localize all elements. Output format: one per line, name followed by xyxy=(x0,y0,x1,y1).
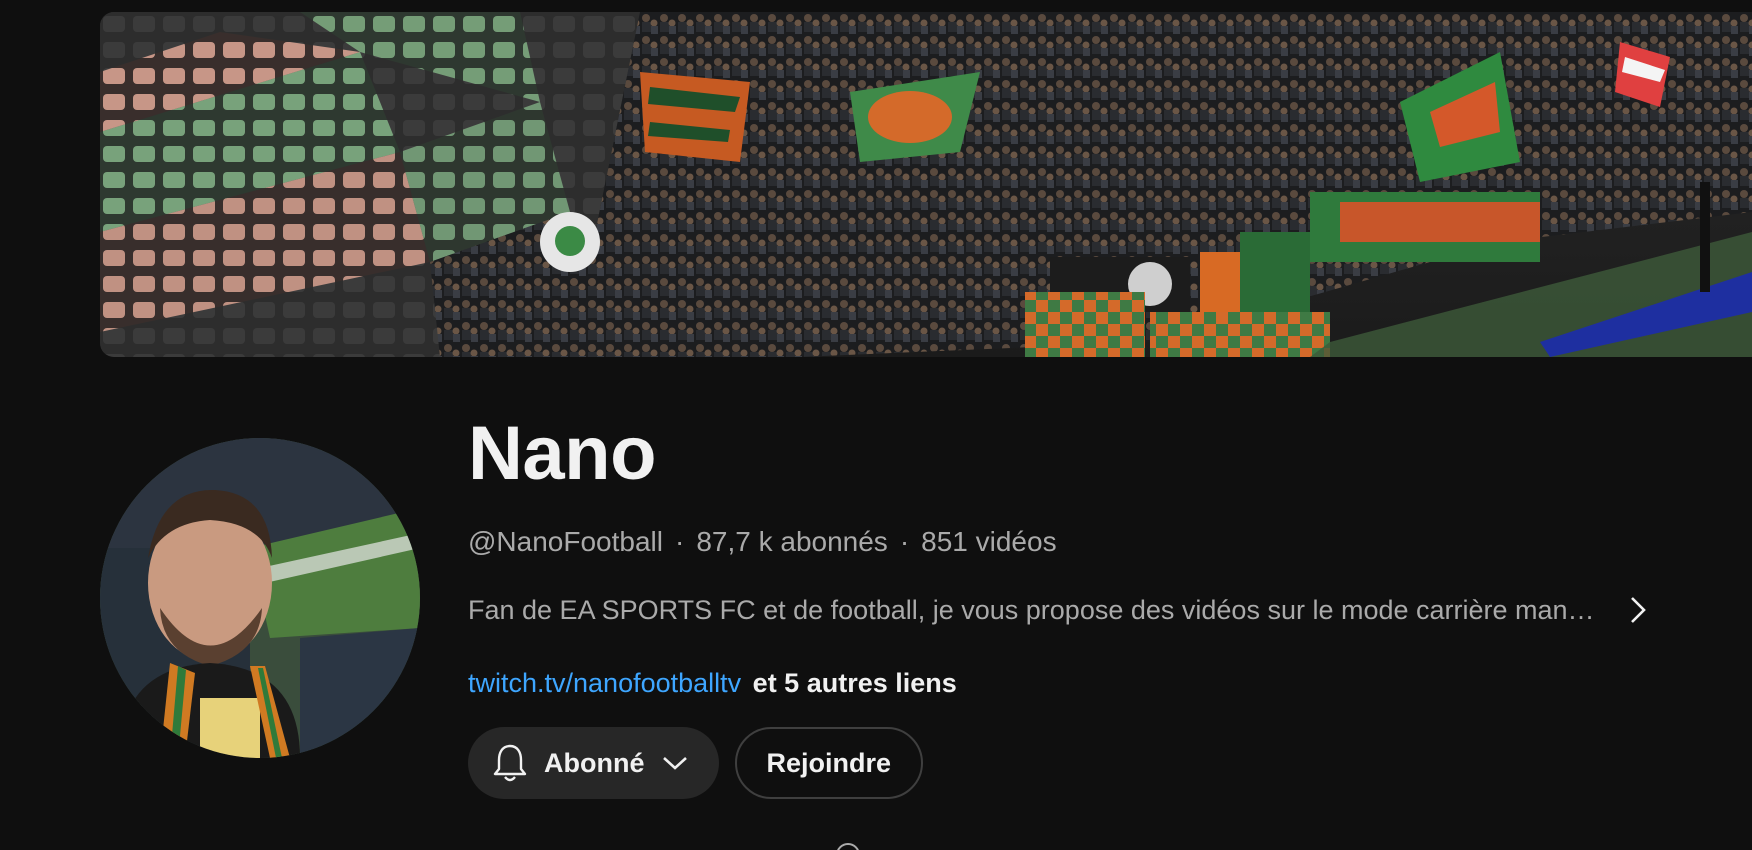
twitch-link[interactable]: twitch.tv/nanofootballtv xyxy=(468,668,741,698)
bell-icon xyxy=(492,743,528,783)
channel-page: Nano @NanoFootball · 87,7 k abonnés · 85… xyxy=(0,0,1752,850)
channel-avatar[interactable] xyxy=(100,438,420,758)
chevron-down-icon xyxy=(661,754,689,772)
channel-meta: @NanoFootball · 87,7 k abonnés · 851 vid… xyxy=(468,526,1668,558)
description-text: Fan de EA SPORTS FC et de football, je v… xyxy=(468,594,1595,625)
channel-actions: Abonné Rejoindre xyxy=(468,727,1668,799)
channel-name: Nano xyxy=(468,411,657,496)
chevron-right-icon[interactable] xyxy=(1618,590,1658,630)
avatar-image xyxy=(100,438,420,758)
banner-image xyxy=(100,12,1752,357)
join-label: Rejoindre xyxy=(766,747,892,778)
more-links-button[interactable]: et 5 autres liens xyxy=(753,668,957,698)
channel-info: Nano @NanoFootball · 87,7 k abonnés · 85… xyxy=(468,400,1668,799)
subscriber-count: 87,7 k abonnés xyxy=(696,526,888,557)
join-button[interactable]: Rejoindre xyxy=(734,727,924,799)
video-count: 851 vidéos xyxy=(921,526,1057,557)
tab-bar-edge xyxy=(836,843,860,850)
channel-description[interactable]: Fan de EA SPORTS FC et de football, je v… xyxy=(468,590,1658,630)
channel-handle: @NanoFootball xyxy=(468,526,663,557)
channel-banner xyxy=(100,12,1752,357)
subscribed-label: Abonné xyxy=(544,747,645,778)
channel-links: twitch.tv/nanofootballtv et 5 autres lie… xyxy=(468,668,1668,699)
meta-separator: · xyxy=(899,526,910,557)
subscribed-button[interactable]: Abonné xyxy=(468,727,719,799)
meta-separator: · xyxy=(674,526,685,557)
